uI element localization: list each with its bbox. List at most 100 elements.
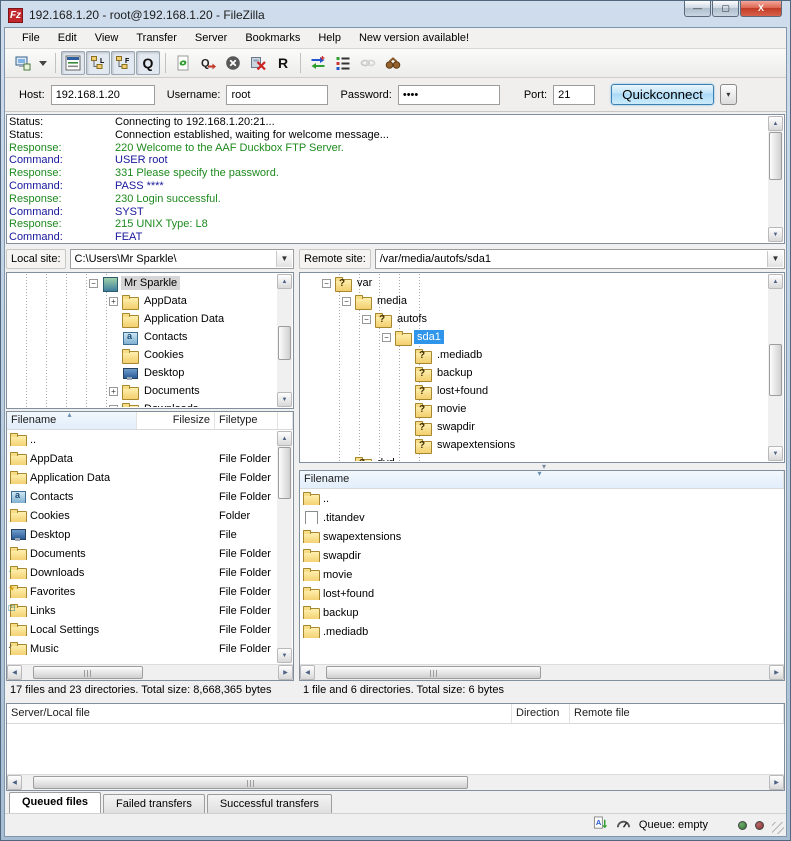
tree-item[interactable]: −?autofs	[301, 310, 768, 328]
compare-directories-button[interactable]	[306, 51, 330, 75]
reconnect-button[interactable]: R	[271, 51, 295, 75]
expander-toggle[interactable]: +	[109, 297, 118, 306]
queue-hscroll-thumb[interactable]	[33, 776, 468, 789]
tab-successful-transfers[interactable]: Successful transfers	[207, 794, 332, 813]
tree-item[interactable]: −sda1	[301, 328, 768, 346]
column-header-filesize[interactable]: Filesize	[137, 412, 215, 429]
scroll-left-arrow-icon[interactable]: ◀	[7, 665, 22, 680]
menu-item-transfer[interactable]: Transfer	[127, 30, 186, 46]
remote-tree-scroll-thumb[interactable]	[769, 344, 782, 396]
toggle-queue-view-button[interactable]: Q	[136, 51, 160, 75]
chevron-down-icon[interactable]: ▼	[276, 251, 292, 267]
scroll-left-arrow-icon[interactable]: ◀	[7, 775, 22, 790]
tree-item[interactable]: +AppData	[8, 292, 277, 310]
scroll-down-arrow-icon[interactable]: ▼	[277, 648, 292, 663]
quickconnect-button[interactable]: Quickconnect	[611, 84, 714, 105]
file-list-row[interactable]: AppDataFile Folder	[7, 449, 278, 468]
file-list-row[interactable]: .titandev	[300, 508, 784, 527]
menu-item-help[interactable]: Help	[309, 30, 350, 46]
scroll-right-arrow-icon[interactable]: ▶	[769, 665, 784, 680]
tree-item[interactable]: ?lost+found	[301, 382, 768, 400]
toggle-message-log-button[interactable]	[61, 51, 85, 75]
site-manager-dropdown[interactable]	[36, 51, 50, 75]
file-list-row[interactable]: ★FavoritesFile Folder	[7, 582, 278, 601]
tree-item[interactable]: −Mr Sparkle	[8, 274, 277, 292]
queue-column-header-direction[interactable]: Direction	[512, 704, 570, 723]
expander-toggle[interactable]: −	[89, 279, 98, 288]
filter-button[interactable]	[331, 51, 355, 75]
scroll-up-arrow-icon[interactable]: ▲	[277, 431, 292, 446]
queue-hscrollbar[interactable]: ◀ ▶	[7, 774, 784, 790]
local-tree-scroll-thumb[interactable]	[278, 326, 291, 360]
synchronized-browsing-button[interactable]	[356, 51, 380, 75]
disconnect-button[interactable]	[246, 51, 270, 75]
tree-item[interactable]: Contacts	[8, 328, 277, 346]
scroll-down-arrow-icon[interactable]: ▼	[277, 392, 292, 407]
minimize-button[interactable]: —	[684, 1, 711, 17]
queue-column-header-server-local-file[interactable]: Server/Local file	[7, 704, 512, 723]
file-list-row[interactable]: swapdir	[300, 546, 784, 565]
host-input[interactable]	[51, 85, 155, 105]
tab-failed-transfers[interactable]: Failed transfers	[103, 794, 205, 813]
scroll-right-arrow-icon[interactable]: ▶	[769, 775, 784, 790]
refresh-button[interactable]	[171, 51, 195, 75]
log-scroll-thumb[interactable]	[769, 132, 782, 180]
scroll-right-arrow-icon[interactable]: ▶	[278, 665, 293, 680]
tree-item[interactable]: −media	[301, 292, 768, 310]
username-input[interactable]	[226, 85, 328, 105]
tree-item[interactable]: ?swapextensions	[301, 436, 768, 454]
local-list-scrollbar[interactable]: ▲ ▼	[277, 431, 292, 663]
local-list-scroll-thumb[interactable]	[278, 447, 291, 499]
menu-item-bookmarks[interactable]: Bookmarks	[236, 30, 309, 46]
tree-item[interactable]: ?.mediadb	[301, 346, 768, 364]
tree-item[interactable]: +↓Downloads	[8, 400, 277, 407]
expander-toggle[interactable]: +	[109, 405, 118, 408]
file-list-row[interactable]: CookiesFolder	[7, 506, 278, 525]
scroll-up-arrow-icon[interactable]: ▲	[277, 274, 292, 289]
expander-toggle[interactable]: +	[109, 387, 118, 396]
expander-toggle[interactable]: −	[362, 315, 371, 324]
local-list-hscrollbar[interactable]: ◀ ▶	[7, 664, 293, 680]
menu-item-edit[interactable]: Edit	[49, 30, 86, 46]
menu-item-new-version-available[interactable]: New version available!	[350, 30, 478, 46]
file-list-row[interactable]: ◳LinksFile Folder	[7, 601, 278, 620]
file-list-row[interactable]: ..	[300, 489, 784, 508]
tree-item[interactable]: ?swapdir	[301, 418, 768, 436]
local-tree-scrollbar[interactable]: ▲ ▼	[277, 274, 292, 407]
file-list-row[interactable]: ..	[7, 430, 278, 449]
remote-list-hscrollbar[interactable]: ◀ ▶	[300, 664, 784, 680]
expander-toggle[interactable]: −	[382, 333, 391, 342]
expander-toggle[interactable]: −	[342, 297, 351, 306]
toggle-local-tree-button[interactable]: L	[86, 51, 110, 75]
remote-site-combobox[interactable]: /var/media/autofs/sda1 ▼	[375, 249, 785, 269]
tree-item[interactable]: Application Data	[8, 310, 277, 328]
local-site-combobox[interactable]: C:\Users\Mr Sparkle\ ▼	[70, 249, 294, 269]
file-list-row[interactable]: DocumentsFile Folder	[7, 544, 278, 563]
file-list-row[interactable]: lost+found	[300, 584, 784, 603]
tree-item[interactable]: ?dvd	[301, 454, 768, 461]
file-list-row[interactable]: .mediadb	[300, 622, 784, 641]
tree-item[interactable]: Cookies	[8, 346, 277, 364]
file-list-row[interactable]: ♪MusicFile Folder	[7, 639, 278, 658]
find-files-button[interactable]	[381, 51, 405, 75]
file-list-row[interactable]: Application DataFile Folder	[7, 468, 278, 487]
expander-toggle[interactable]: −	[322, 279, 331, 288]
chevron-down-icon[interactable]: ▼	[767, 251, 783, 267]
site-manager-button[interactable]	[11, 51, 35, 75]
close-button[interactable]: X	[740, 1, 782, 17]
scroll-down-arrow-icon[interactable]: ▼	[768, 227, 783, 242]
scroll-up-arrow-icon[interactable]: ▲	[768, 274, 783, 289]
menu-item-view[interactable]: View	[86, 30, 128, 46]
process-queue-button[interactable]: Q	[196, 51, 220, 75]
tree-item[interactable]: ?backup	[301, 364, 768, 382]
file-list-row[interactable]: ContactsFile Folder	[7, 487, 278, 506]
tree-item[interactable]: ?movie	[301, 400, 768, 418]
remote-list-hscroll-thumb[interactable]	[326, 666, 541, 679]
tab-queued-files[interactable]: Queued files	[9, 792, 101, 813]
port-input[interactable]	[553, 85, 595, 105]
scroll-down-arrow-icon[interactable]: ▼	[768, 446, 783, 461]
log-scrollbar[interactable]: ▲ ▼	[768, 116, 783, 242]
file-list-row[interactable]: backup	[300, 603, 784, 622]
tree-item[interactable]: +Documents	[8, 382, 277, 400]
local-list-hscroll-thumb[interactable]	[33, 666, 143, 679]
